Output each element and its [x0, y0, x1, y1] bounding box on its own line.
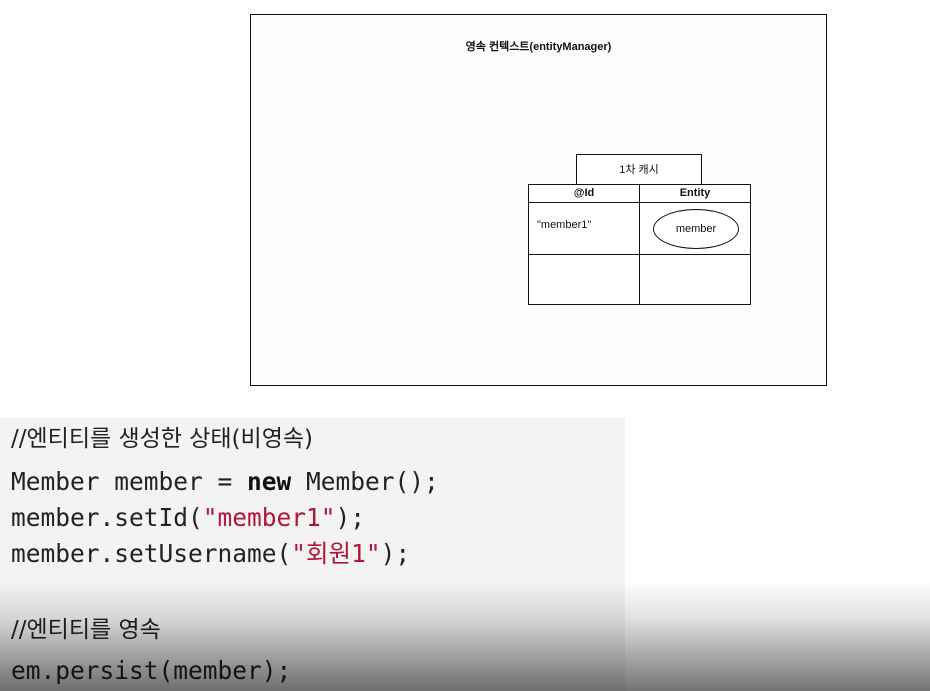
code-line-set-id: member.setId("member1");	[11, 503, 365, 533]
code-text: member.setId(	[11, 503, 203, 532]
member-entity-node: member	[653, 209, 739, 249]
entity-column-header: Entity	[679, 187, 711, 199]
code-line-new-member: Member member = new Member();	[11, 467, 439, 497]
code-text: Member member =	[11, 467, 248, 496]
code-line-set-username: member.setUsername("회원1");	[11, 539, 410, 569]
code-comment-create: //엔티티를 생성한 상태(비영속)	[11, 426, 313, 452]
code-string: "회원1"	[291, 539, 381, 568]
code-text: member.setUsername(	[11, 539, 292, 568]
code-line-persist: em.persist(member);	[11, 656, 292, 685]
code-keyword-new: new	[247, 467, 292, 496]
code-string: "member1"	[202, 503, 336, 532]
code-panel: //엔티티를 생성한 상태(비영속) Member member = new M…	[0, 418, 625, 691]
code-text: Member();	[291, 467, 439, 496]
first-level-cache-label: 1차 캐시	[576, 154, 702, 184]
header-divider	[529, 202, 750, 203]
row-divider	[529, 254, 750, 255]
id-column-header: @Id	[573, 187, 595, 199]
first-level-cache-table: @Id Entity "member1" member	[528, 184, 751, 305]
code-text: );	[380, 539, 411, 568]
code-text: );	[335, 503, 366, 532]
cache-row-id: "member1"	[537, 219, 592, 231]
persistence-context-title: 영속 컨텍스트(entityManager)	[465, 41, 612, 53]
code-comment-persist: //엔티티를 영속	[11, 617, 161, 643]
